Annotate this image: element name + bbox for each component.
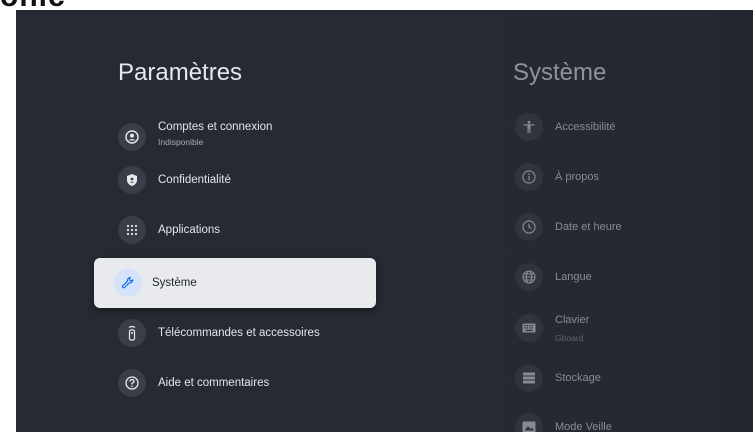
system-item-about[interactable]: À propos	[555, 171, 599, 183]
info-icon	[515, 163, 543, 191]
menu-item-apps-label: Applications	[158, 224, 221, 236]
menu-item-accounts-status: Indisponible	[158, 137, 204, 147]
keyboard-icon	[515, 314, 543, 342]
shield-icon	[118, 166, 146, 194]
accessibility-icon	[515, 113, 543, 141]
menu-item-system[interactable]: Système	[94, 258, 376, 308]
menu-item-accounts-label: Comptes et connexion	[158, 121, 273, 133]
storage-icon	[515, 364, 543, 392]
system-item-storage[interactable]: Stockage	[555, 372, 601, 384]
system-item-language[interactable]: Langue	[555, 271, 592, 283]
globe-icon	[515, 263, 543, 291]
tv-settings-screen: Paramètres Système Comptes et connexion …	[16, 10, 753, 432]
system-title: Système	[513, 59, 607, 86]
menu-item-system-label: Système	[152, 277, 197, 289]
system-item-accessibility[interactable]: Accessibilité	[555, 121, 616, 133]
menu-item-remotes-label: Télécommandes et accessoires	[158, 327, 320, 339]
system-item-ambient-mode[interactable]: Mode Veille	[555, 421, 612, 432]
menu-item-privacy[interactable]: Confidentialité	[94, 155, 376, 205]
system-item-keyboard-value: Gboard	[555, 333, 584, 343]
menu-item-help[interactable]: Aide et commentaires	[94, 358, 376, 408]
window-title-text: onic	[0, 0, 66, 10]
apps-grid-icon	[118, 216, 146, 244]
menu-item-help-label: Aide et commentaires	[158, 377, 270, 389]
system-item-keyboard[interactable]: Clavier	[555, 314, 589, 326]
window-title-fragment: onic	[0, 0, 120, 10]
settings-title: Paramètres	[118, 59, 243, 86]
remote-icon	[118, 319, 146, 347]
menu-item-apps[interactable]: Applications	[94, 205, 376, 255]
clock-icon	[515, 213, 543, 241]
help-icon	[118, 369, 146, 397]
menu-item-remotes[interactable]: Télécommandes et accessoires	[94, 308, 376, 358]
ambient-mode-icon	[515, 413, 543, 432]
system-item-date-time[interactable]: Date et heure	[555, 221, 622, 233]
menu-item-privacy-label: Confidentialité	[158, 174, 231, 186]
account-icon	[118, 123, 146, 151]
wrench-icon	[114, 269, 142, 297]
